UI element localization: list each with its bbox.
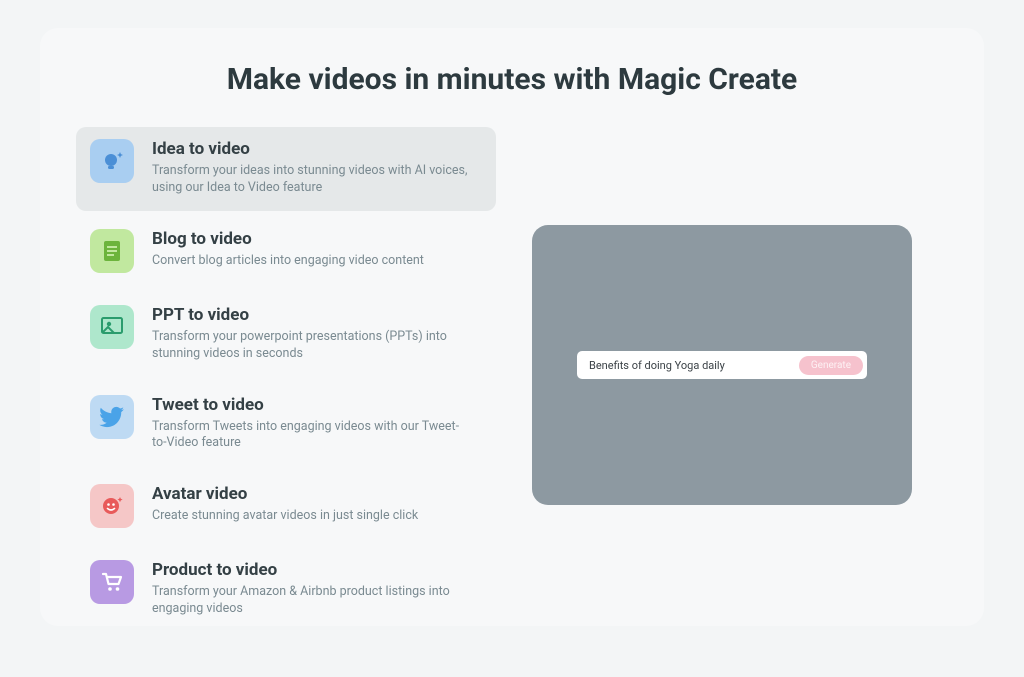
option-desc: Transform your powerpoint presentations … bbox=[152, 329, 472, 363]
page-title: Make videos in minutes with Magic Create bbox=[76, 62, 948, 97]
option-title: Avatar video bbox=[152, 484, 418, 504]
avatar-face-icon bbox=[90, 484, 134, 528]
bulb-sparkle-icon bbox=[90, 139, 134, 183]
option-avatar-video[interactable]: Avatar video Create stunning avatar video… bbox=[76, 472, 496, 542]
prompt-bar[interactable]: Benefits of doing Yoga daily Generate bbox=[577, 351, 867, 379]
content-row: Idea to video Transform your ideas into s… bbox=[76, 127, 948, 632]
option-desc: Transform Tweets into engaging videos wi… bbox=[152, 419, 472, 453]
generate-button[interactable]: Generate bbox=[799, 356, 863, 375]
option-text: Avatar video Create stunning avatar video… bbox=[152, 484, 418, 528]
option-ppt-to-video[interactable]: PPT to video Transform your powerpoint pr… bbox=[76, 293, 496, 377]
options-list: Idea to video Transform your ideas into s… bbox=[76, 127, 496, 632]
option-text: Product to video Transform your Amazon & … bbox=[152, 560, 472, 618]
option-title: PPT to video bbox=[152, 305, 472, 325]
option-title: Tweet to video bbox=[152, 395, 472, 415]
magic-create-panel: Make videos in minutes with Magic Create… bbox=[40, 28, 984, 626]
option-text: PPT to video Transform your powerpoint pr… bbox=[152, 305, 472, 363]
option-text: Idea to video Transform your ideas into s… bbox=[152, 139, 472, 197]
option-product-to-video[interactable]: Product to video Transform your Amazon & … bbox=[76, 548, 496, 632]
prompt-text: Benefits of doing Yoga daily bbox=[589, 359, 799, 372]
option-title: Product to video bbox=[152, 560, 472, 580]
shopping-cart-icon bbox=[90, 560, 134, 604]
preview-box: Benefits of doing Yoga daily Generate bbox=[532, 225, 912, 505]
option-desc: Convert blog articles into engaging vide… bbox=[152, 253, 424, 270]
option-text: Tweet to video Transform Tweets into enga… bbox=[152, 395, 472, 453]
document-icon bbox=[90, 229, 134, 273]
option-idea-to-video[interactable]: Idea to video Transform your ideas into s… bbox=[76, 127, 496, 211]
option-desc: Transform your ideas into stunning video… bbox=[152, 163, 472, 197]
twitter-bird-icon bbox=[90, 395, 134, 439]
option-title: Idea to video bbox=[152, 139, 472, 159]
option-text: Blog to video Convert blog articles into … bbox=[152, 229, 424, 273]
preview-column: Benefits of doing Yoga daily Generate bbox=[532, 225, 948, 505]
option-desc: Create stunning avatar videos in just si… bbox=[152, 508, 418, 525]
option-desc: Transform your Amazon & Airbnb product l… bbox=[152, 584, 472, 618]
option-tweet-to-video[interactable]: Tweet to video Transform Tweets into enga… bbox=[76, 383, 496, 467]
option-title: Blog to video bbox=[152, 229, 424, 249]
option-blog-to-video[interactable]: Blog to video Convert blog articles into … bbox=[76, 217, 496, 287]
presentation-icon bbox=[90, 305, 134, 349]
